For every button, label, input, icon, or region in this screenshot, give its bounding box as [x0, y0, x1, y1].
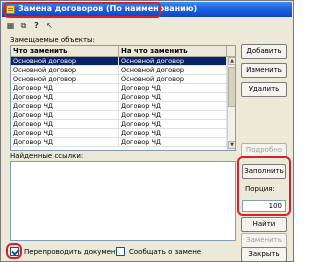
repost-label: Перепроводить документы — [24, 248, 126, 256]
portion-input[interactable]: 100 — [242, 200, 286, 212]
scroll-up-icon[interactable]: ▲ — [228, 57, 235, 65]
found-refs-list[interactable] — [10, 161, 236, 241]
table-header: Что заменить На что заменить — [11, 46, 235, 57]
cell-with: Договор ЧД — [119, 111, 227, 120]
add-button[interactable]: Добавить — [241, 44, 287, 59]
cell-with: Основной договор — [119, 75, 227, 84]
table-row[interactable]: Основной договор Основной договор — [11, 66, 227, 75]
cell-what: Основной договор — [11, 75, 119, 84]
find-button[interactable]: Найти — [241, 217, 287, 232]
cell-what: Договор ЧД — [11, 120, 119, 129]
table-row[interactable]: Основной договор Основной договор — [11, 75, 227, 84]
found-refs-label: Найденные ссылки: — [10, 152, 84, 160]
cell-what: Договор ЧД — [11, 84, 119, 93]
scroll-thumb[interactable] — [228, 67, 235, 107]
close-button[interactable]: Закрыть — [241, 247, 287, 262]
notify-label: Сообщать о замене — [129, 248, 202, 256]
table-row[interactable]: Основной договор Основной договор — [11, 57, 227, 66]
pointer-help-icon[interactable]: ↖ — [44, 20, 55, 32]
replace-contracts-window: Замена договоров (По наименованию) ▦ ⧉ ?… — [0, 0, 294, 262]
table-row[interactable]: Договор ЧД Договор ЧД — [11, 129, 227, 138]
column-header-with[interactable]: На что заменить — [119, 46, 227, 57]
repost-checkbox[interactable] — [10, 247, 19, 256]
cell-what: Основной договор — [11, 66, 119, 75]
cell-with: Договор ЧД — [119, 102, 227, 111]
replaced-objects-label: Замещаемые объекты: — [10, 36, 95, 44]
cell-with: Основной договор — [119, 66, 227, 75]
cell-what: Договор ЧД — [11, 93, 119, 102]
cell-with: Договор ЧД — [119, 84, 227, 93]
table-row[interactable]: Договор ЧД Договор ЧД — [11, 111, 227, 120]
cell-with: Договор ЧД — [119, 120, 227, 129]
table-row[interactable]: Договор ЧД Договор ЧД — [11, 120, 227, 129]
copy-icon[interactable]: ⧉ — [18, 20, 29, 32]
cell-with: Основной договор — [119, 57, 227, 66]
cell-with: Договор ЧД — [119, 129, 227, 138]
help-icon[interactable]: ? — [31, 20, 42, 32]
table-row[interactable]: Договор ЧД Договор ЧД — [11, 102, 227, 111]
cell-with: Договор ЧД — [119, 93, 227, 102]
cell-what: Договор ЧД — [11, 129, 119, 138]
replace-button[interactable]: Заменить — [241, 233, 287, 248]
title-bar[interactable]: Замена договоров (По наименованию) — [2, 2, 292, 18]
change-button[interactable]: Изменить — [241, 63, 287, 78]
cell-with: Договор ЧД — [119, 138, 227, 147]
title-highlight — [4, 2, 161, 18]
portion-label: Порция: — [245, 185, 275, 193]
table-row[interactable]: Договор ЧД Договор ЧД — [11, 138, 227, 147]
delete-button[interactable]: Удалить — [241, 82, 287, 97]
scroll-down-icon[interactable]: ▼ — [228, 141, 235, 149]
cell-what: Договор ЧД — [11, 111, 119, 120]
cell-what: Основной договор — [11, 57, 119, 66]
fill-button[interactable]: Заполнить — [242, 164, 286, 179]
column-header-what[interactable]: Что заменить — [11, 46, 119, 57]
table-row[interactable]: Договор ЧД Договор ЧД — [11, 93, 227, 102]
table-row[interactable]: Договор ЧД Договор ЧД — [11, 84, 227, 93]
cell-what: Договор ЧД — [11, 138, 119, 147]
notify-checkbox[interactable] — [116, 247, 125, 256]
table-scrollbar[interactable]: ▲ ▼ — [227, 57, 235, 150]
replaced-objects-table[interactable]: Что заменить На что заменить Основной до… — [10, 45, 236, 151]
save-icon[interactable]: ▦ — [5, 20, 16, 32]
cell-what: Договор ЧД — [11, 102, 119, 111]
